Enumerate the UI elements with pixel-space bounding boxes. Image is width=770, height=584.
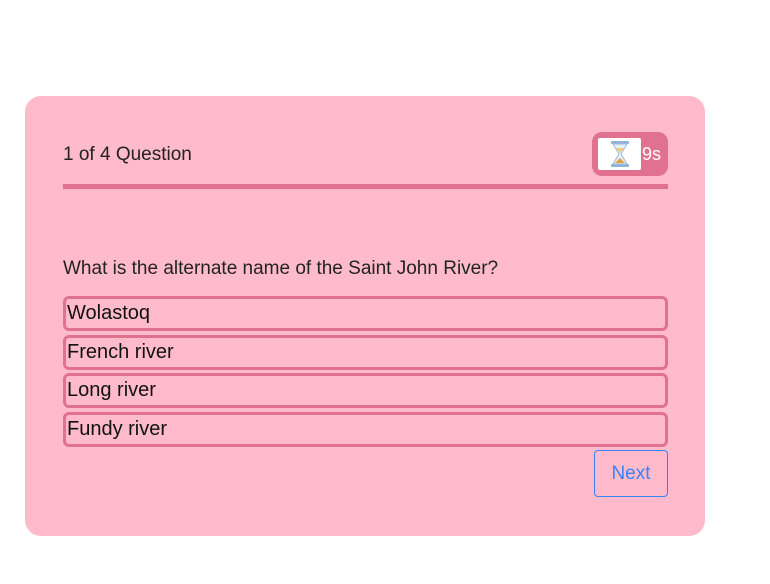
progress-divider: [63, 184, 668, 189]
question-counter: 1 of 4 Question: [63, 144, 192, 165]
quiz-header: 1 of 4 Question 9s: [63, 132, 668, 176]
option-wolastoq[interactable]: Wolastoq: [63, 296, 668, 331]
option-french-river[interactable]: French river: [63, 334, 668, 370]
option-long-river[interactable]: Long river: [63, 373, 668, 408]
quiz-card: 1 of 4 Question 9s What is the alternate…: [25, 96, 705, 536]
timer-value: 9s: [642, 144, 662, 164]
option-fundy-river[interactable]: Fundy river: [63, 411, 668, 447]
question-text: What is the alternate name of the Saint …: [63, 258, 499, 279]
timer-badge: 9s: [592, 132, 668, 176]
next-button[interactable]: Next: [594, 450, 668, 497]
hourglass-icon: [598, 138, 641, 170]
options-list: Wolastoq French river Long river Fundy r…: [63, 296, 668, 450]
